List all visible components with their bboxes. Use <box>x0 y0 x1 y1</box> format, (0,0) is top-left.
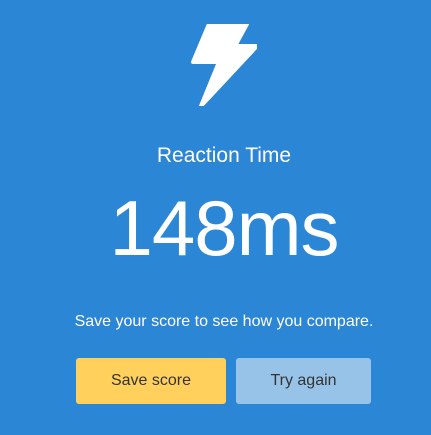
reaction-time-result: 148ms <box>109 184 339 272</box>
save-score-message: Save your score to see how you compare. <box>74 313 374 330</box>
save-score-button[interactable]: Save score <box>76 358 226 404</box>
result-screen: Reaction Time 148ms Save your score to s… <box>0 0 431 435</box>
result-title: Reaction Time <box>156 144 292 167</box>
lightning-bolt-icon <box>191 24 257 106</box>
try-again-button[interactable]: Try again <box>236 358 371 404</box>
